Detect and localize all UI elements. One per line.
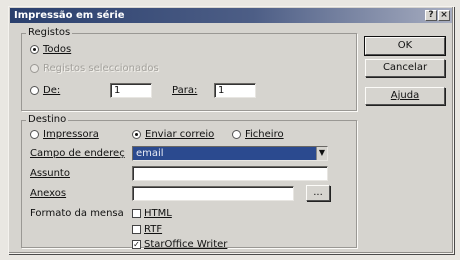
radio-seleccionados-indicator xyxy=(30,64,39,73)
radio-todos-label: Todos xyxy=(43,44,72,55)
radio-de-indicator[interactable] xyxy=(30,86,39,95)
de-input[interactable]: 1 xyxy=(110,83,152,98)
radio-ficheiro-label: Ficheiro xyxy=(245,129,284,140)
campo-endereco-label: Campo de endereç xyxy=(30,148,125,159)
radio-impressora-indicator[interactable] xyxy=(30,130,39,139)
radio-registos-seleccionados: Registos seleccionados xyxy=(30,63,159,74)
checkbox-html[interactable]: HTML xyxy=(132,208,172,219)
destino-legend: Destino xyxy=(26,114,69,126)
checkbox-staroffice-writer[interactable]: ✓ StarOffice Writer xyxy=(132,239,227,250)
radio-enviar-correio-indicator[interactable] xyxy=(132,130,141,139)
anexos-input[interactable] xyxy=(132,186,294,201)
dialog-title: Impressão em série xyxy=(14,10,125,21)
radio-impressora-label: Impressora xyxy=(43,129,99,140)
registos-legend: Registos xyxy=(26,27,73,39)
checkbox-html-label: HTML xyxy=(144,208,172,219)
para-label: Para: xyxy=(172,85,198,96)
cancel-button[interactable]: Cancelar xyxy=(365,59,445,77)
checkbox-staroffice-label: StarOffice Writer xyxy=(144,239,228,250)
destino-group: Destino Impressora Enviar correio Fichei… xyxy=(21,114,357,250)
radio-enviar-correio[interactable]: Enviar correio xyxy=(132,129,214,140)
radio-todos[interactable]: Todos xyxy=(30,44,71,55)
help-button[interactable]: Ajuda xyxy=(365,87,445,105)
chevron-down-icon[interactable]: ▼ xyxy=(316,147,327,160)
radio-todos-indicator[interactable] xyxy=(30,45,39,54)
radio-ficheiro[interactable]: Ficheiro xyxy=(232,129,284,140)
formato-mensagem-label: Formato da mensa xyxy=(30,208,124,219)
anexos-browse-button[interactable]: ... xyxy=(306,185,330,201)
anexos-label: Anexos xyxy=(30,188,67,199)
radio-seleccionados-label: Registos seleccionados xyxy=(43,63,159,74)
assunto-label: Assunto xyxy=(30,168,70,179)
assunto-input[interactable] xyxy=(132,166,328,181)
close-icon[interactable]: × xyxy=(438,10,450,21)
checkbox-html-box[interactable] xyxy=(132,209,141,218)
radio-de-label: De: xyxy=(43,85,61,96)
checkbox-rtf-label: RTF xyxy=(144,224,163,235)
para-input[interactable]: 1 xyxy=(214,83,256,98)
checkbox-rtf[interactable]: RTF xyxy=(132,224,162,235)
campo-endereco-value: email xyxy=(136,148,164,159)
radio-enviar-correio-label: Enviar correio xyxy=(145,129,215,140)
radio-impressora[interactable]: Impressora xyxy=(30,129,99,140)
radio-ficheiro-indicator[interactable] xyxy=(232,130,241,139)
help-icon[interactable]: ? xyxy=(425,10,437,21)
checkbox-staroffice-box[interactable]: ✓ xyxy=(132,240,141,249)
title-bar[interactable]: Impressão em série ? × xyxy=(10,8,452,23)
radio-de[interactable]: De: xyxy=(30,85,60,96)
campo-endereco-select[interactable]: email ▼ xyxy=(132,146,328,161)
registos-group: Registos Todos Registos seleccionados De… xyxy=(21,27,357,111)
mail-merge-dialog: Impressão em série ? × Registos Todos Re… xyxy=(8,6,454,254)
checkbox-rtf-box[interactable] xyxy=(132,225,141,234)
ok-button[interactable]: OK xyxy=(364,36,446,56)
